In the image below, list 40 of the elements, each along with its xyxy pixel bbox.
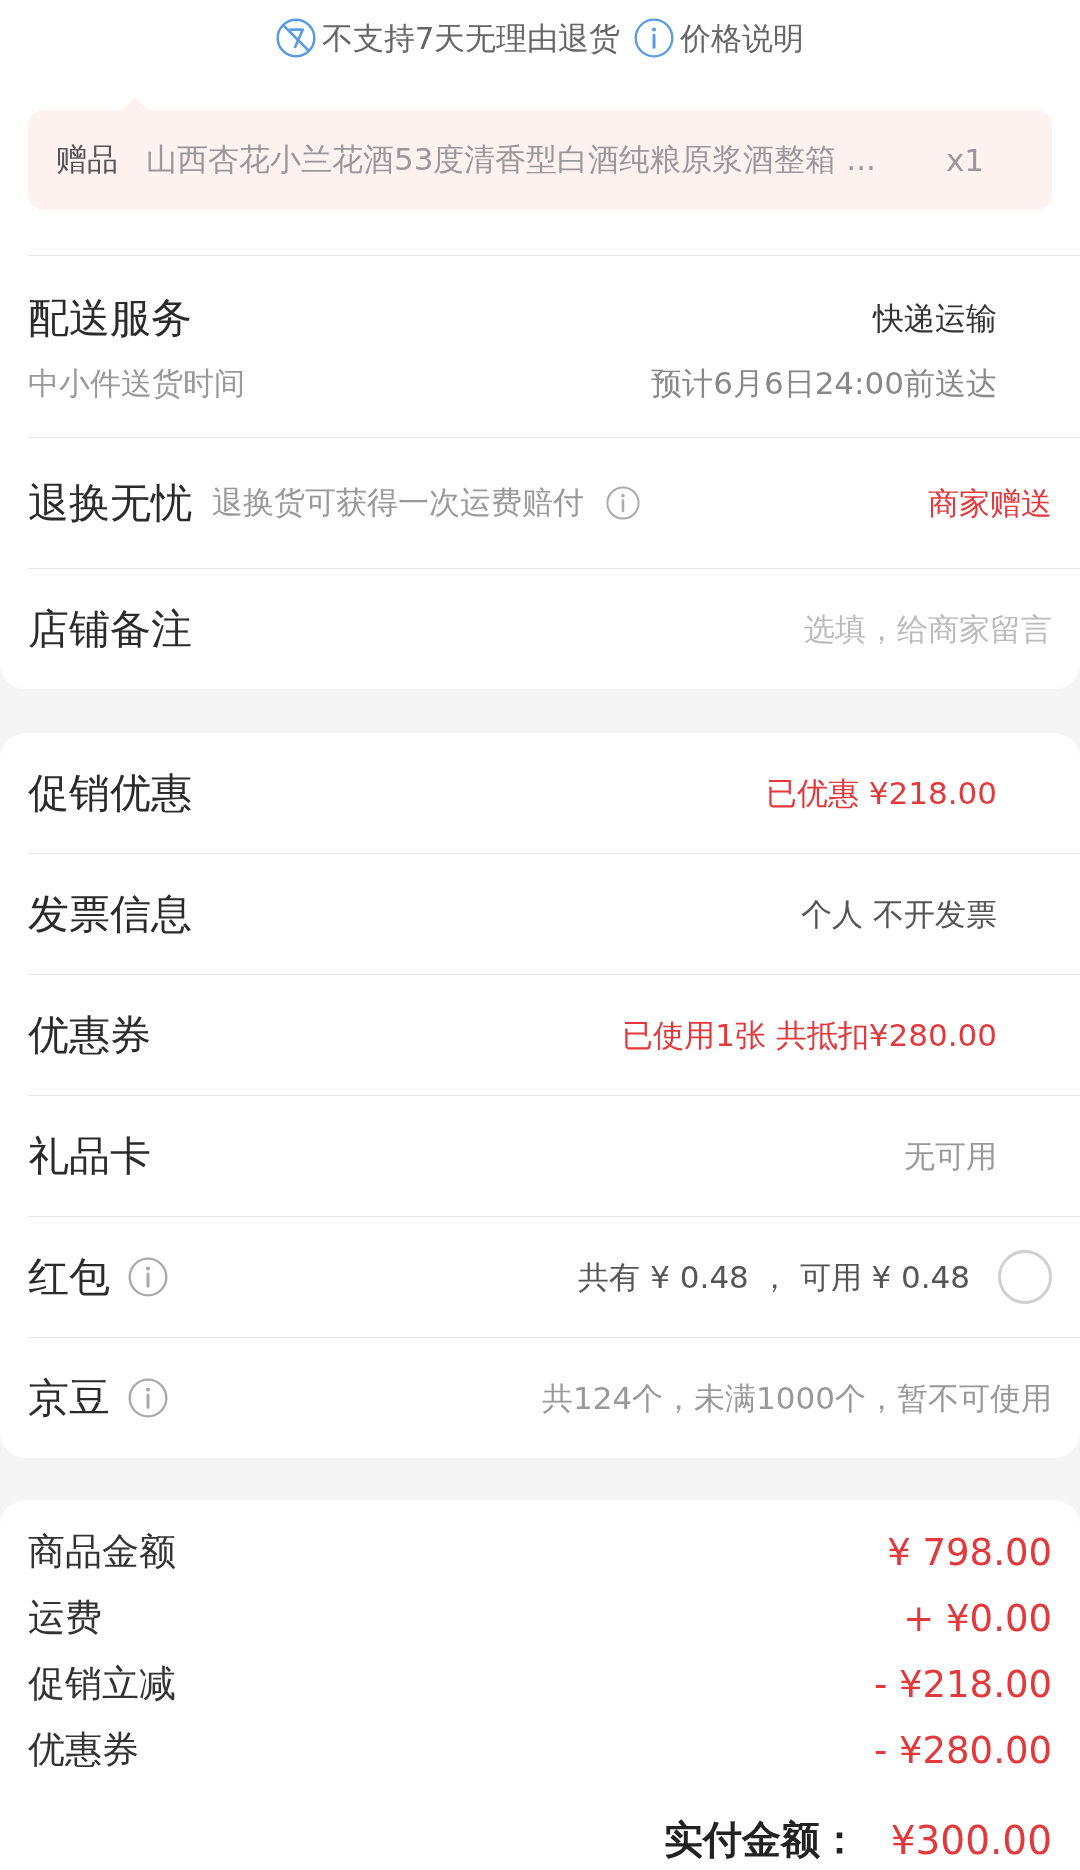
option-title: 优惠券 (28, 1010, 151, 1061)
summary-amount: - ¥280.00 (873, 1728, 1052, 1772)
summary-amount: - ¥218.00 (873, 1662, 1052, 1706)
delivery-title: 配送服务 (28, 293, 192, 344)
summary-label: 优惠券 (28, 1727, 139, 1773)
summary-label: 促销立减 (28, 1661, 176, 1707)
info-icon[interactable] (606, 486, 640, 520)
gift-label: 赠品 (56, 140, 118, 179)
store-note-title: 店铺备注 (28, 604, 192, 655)
return-policy-text: 不支持7天无理由退货 (321, 19, 621, 58)
return-service-status: 商家赠送 (928, 484, 1052, 523)
price-note-link[interactable]: 价格说明 (680, 18, 805, 58)
info-icon[interactable] (634, 18, 675, 58)
option-value[interactable]: 共有 ¥ 0.48 ， 可用 ¥ 0.48 (578, 1255, 970, 1299)
summary-label: 运费 (28, 1595, 102, 1641)
delivery-estimate: 预计6月6日24:00前送达 (651, 364, 997, 403)
gift-name: 山西杏花小兰花酒53度清香型白酒纯粮原浆酒整箱 ... (146, 140, 877, 179)
total-amount: ¥300.00 (890, 1817, 1052, 1863)
option-title: 京豆 (28, 1373, 110, 1424)
option-value[interactable]: 个人 不开发票 (801, 892, 997, 936)
summary-amount: ¥ 798.00 (887, 1530, 1052, 1574)
slashed-seven-icon (275, 18, 316, 58)
option-title: 发票信息 (28, 889, 192, 940)
option-title: 礼品卡 (28, 1131, 151, 1182)
delivery-subtitle: 中小件送货时间 (28, 364, 245, 403)
return-service-title: 退换无忧 (28, 478, 192, 529)
info-icon[interactable] (128, 1257, 168, 1297)
store-note-field[interactable]: 选填，给商家留言 (232, 604, 1052, 654)
option-title: 促销优惠 (28, 768, 192, 819)
delivery-method[interactable]: 快递运输 (873, 296, 997, 340)
info-icon[interactable] (128, 1378, 168, 1418)
option-value[interactable]: 已优惠 ¥218.00 (765, 771, 997, 815)
total-label: 实付金额： (663, 1816, 859, 1864)
summary-amount: + ¥0.00 (903, 1596, 1052, 1640)
option-title: 红包 (28, 1252, 110, 1303)
summary-label: 商品金额 (28, 1529, 176, 1575)
option-value[interactable]: 已使用1张 共抵扣¥280.00 (622, 1013, 997, 1057)
return-service-description: 退换货可获得一次运费赔付 (212, 483, 584, 522)
gift-quantity: x1 (945, 142, 984, 178)
radio-button[interactable] (998, 1250, 1052, 1304)
